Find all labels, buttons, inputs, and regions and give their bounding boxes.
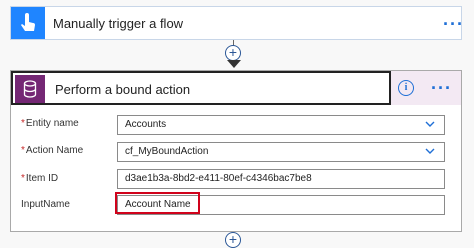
info-icon[interactable]: i xyxy=(398,80,414,96)
add-step-button-bottom[interactable]: + xyxy=(225,232,241,248)
touch-hand-icon xyxy=(11,7,45,39)
trigger-more-button[interactable]: ··· xyxy=(443,15,464,33)
item-id-input[interactable]: d3ae1b3a-8bd2-e411-80ef-c4346bac7be8 xyxy=(117,169,445,189)
action-name-value: cf_MyBoundAction xyxy=(125,146,209,157)
connector-arrow xyxy=(227,60,241,68)
entity-name-value: Accounts xyxy=(125,119,167,130)
chevron-down-icon xyxy=(425,148,435,154)
trigger-title: Manually trigger a flow xyxy=(53,16,184,31)
add-step-button[interactable]: + xyxy=(225,45,241,61)
action-header[interactable]: Perform a bound action xyxy=(11,71,391,105)
trigger-card[interactable]: Manually trigger a flow ··· xyxy=(10,6,464,40)
action-name-label: *Action Name xyxy=(21,145,84,156)
action-title: Perform a bound action xyxy=(55,82,191,97)
action-name-dropdown[interactable]: cf_MyBoundAction xyxy=(117,142,445,162)
chevron-down-icon xyxy=(425,121,435,127)
action-card: Perform a bound action i ··· *Entity nam… xyxy=(10,70,462,232)
action-more-button[interactable]: ··· xyxy=(431,79,452,97)
database-icon xyxy=(15,75,45,103)
input-name-label: InputName xyxy=(21,199,70,210)
item-id-value: d3ae1b3a-8bd2-e411-80ef-c4346bac7be8 xyxy=(125,173,312,184)
item-id-label: *Item ID xyxy=(21,173,59,184)
highlight-box xyxy=(115,192,200,214)
entity-name-label: *Entity name xyxy=(21,118,79,129)
entity-name-dropdown[interactable]: Accounts xyxy=(117,115,445,135)
